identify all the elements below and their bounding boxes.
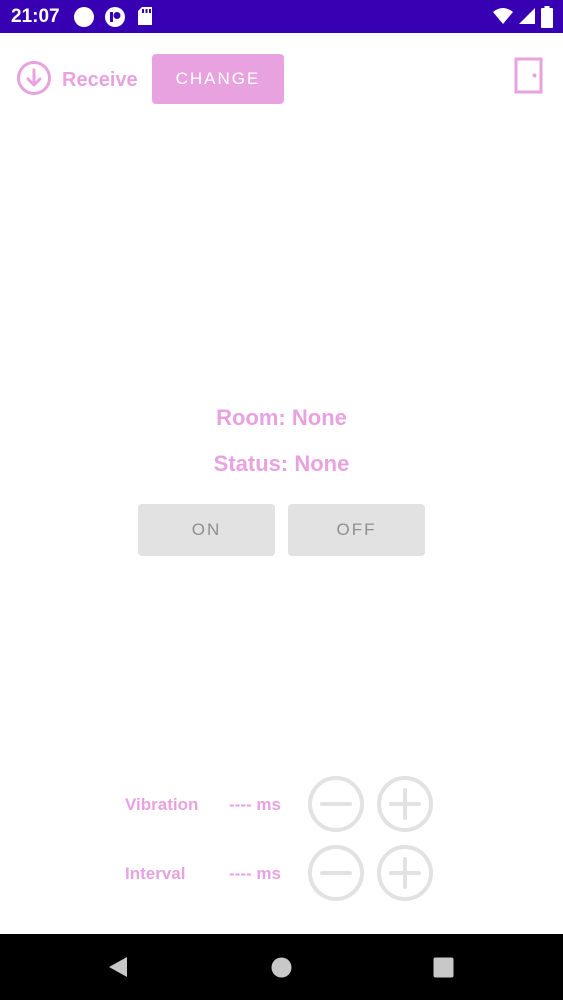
interval-decrease-button[interactable] <box>308 845 364 901</box>
home-icon[interactable] <box>271 957 292 983</box>
navigation-bar <box>0 934 563 1000</box>
recents-icon[interactable] <box>433 957 454 983</box>
plus-circle-icon <box>377 776 433 836</box>
screen: 21:07 Receive CHANGE Room: None Status: … <box>0 0 563 1000</box>
app-notification-icon <box>104 6 126 33</box>
sd-card-icon <box>137 6 153 31</box>
minus-circle-icon <box>308 845 364 905</box>
vibration-increase-button[interactable] <box>377 776 433 832</box>
minus-circle-icon <box>308 776 364 836</box>
device-status-text: Status: None <box>213 451 350 476</box>
battery-icon <box>541 6 553 33</box>
status-bar: 21:07 <box>0 0 563 33</box>
vibration-decrease-button[interactable] <box>308 776 364 832</box>
interval-value: ---- ms <box>229 864 281 883</box>
cellular-signal-icon <box>518 7 536 30</box>
change-button[interactable]: CHANGE <box>152 54 284 104</box>
wifi-icon <box>492 7 514 30</box>
off-button[interactable]: OFF <box>288 504 425 556</box>
exit-button[interactable] <box>512 57 546 95</box>
back-icon[interactable] <box>107 956 129 983</box>
interval-increase-button[interactable] <box>377 845 433 901</box>
receive-label: Receive <box>62 68 138 91</box>
vibration-label: Vibration <box>125 795 199 814</box>
circle-notification-icon <box>73 6 95 33</box>
status-time: 21:07 <box>11 6 60 27</box>
door-exit-icon <box>512 57 546 99</box>
on-button[interactable]: ON <box>138 504 275 556</box>
room-text: Room: None <box>216 405 347 430</box>
vibration-value: ---- ms <box>229 795 281 814</box>
interval-label: Interval <box>125 864 186 883</box>
download-circle-icon <box>16 60 52 101</box>
plus-circle-icon <box>377 845 433 905</box>
receive-button[interactable]: Receive <box>16 60 138 100</box>
